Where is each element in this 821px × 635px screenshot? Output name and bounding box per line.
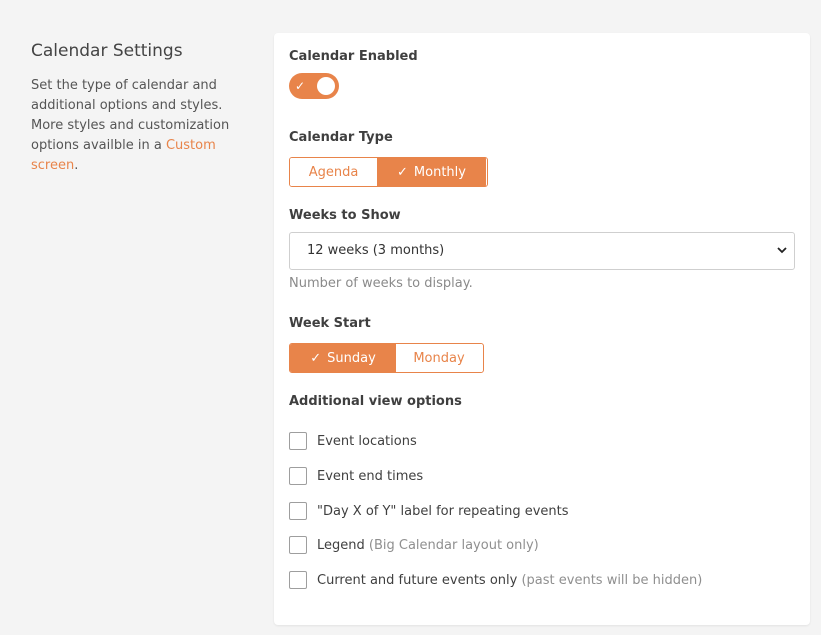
weeks-help-text: Number of weeks to display. bbox=[289, 276, 473, 291]
monthly-option-label: Monthly bbox=[413, 164, 466, 180]
weeks-to-show-value: 12 weeks (3 months) bbox=[307, 243, 445, 258]
calendar-type-label: Calendar Type bbox=[289, 130, 393, 145]
monday-option-label: Monday bbox=[413, 350, 465, 366]
option-label: Current and future events only bbox=[317, 572, 518, 588]
calendar-enabled-label: Calendar Enabled bbox=[289, 49, 418, 64]
calendar-type-segmented-control: Agenda ✓ Monthly bbox=[289, 157, 488, 187]
description-end: . bbox=[74, 158, 79, 173]
current-future-events-checkbox[interactable] bbox=[289, 571, 307, 589]
check-icon: ✓ bbox=[295, 79, 306, 93]
event-locations-checkbox[interactable] bbox=[289, 432, 307, 450]
option-event-locations: Event locations bbox=[289, 431, 417, 451]
option-note: (Big Calendar layout only) bbox=[368, 537, 539, 553]
week-start-segmented-control: ✓ Sunday Monday bbox=[289, 343, 484, 373]
option-label: "Day X of Y" label for repeating events bbox=[317, 503, 569, 519]
option-day-x-of-y: "Day X of Y" label for repeating events bbox=[289, 501, 569, 521]
event-end-times-checkbox[interactable] bbox=[289, 467, 307, 485]
section-title: Calendar Settings bbox=[31, 41, 183, 61]
weeks-to-show-label: Weeks to Show bbox=[289, 208, 401, 223]
week-start-monday-option[interactable]: Monday bbox=[396, 344, 482, 372]
settings-card: Calendar Enabled ✓ Calendar Type Agenda … bbox=[274, 33, 810, 625]
option-event-end-times: Event end times bbox=[289, 466, 423, 486]
additional-options-label: Additional view options bbox=[289, 394, 462, 409]
calendar-enabled-toggle[interactable]: ✓ bbox=[289, 73, 339, 99]
option-label: Event locations bbox=[317, 433, 417, 449]
week-start-label: Week Start bbox=[289, 316, 371, 331]
agenda-option-label: Agenda bbox=[308, 164, 359, 180]
section-description: Set the type of calendar and additional … bbox=[31, 76, 241, 176]
option-current-future-events: Current and future events only (past eve… bbox=[289, 570, 702, 590]
check-icon: ✓ bbox=[310, 350, 322, 366]
weeks-to-show-select[interactable]: 12 weeks (3 months) bbox=[289, 232, 795, 270]
day-x-of-y-checkbox[interactable] bbox=[289, 502, 307, 520]
option-note: (past events will be hidden) bbox=[521, 572, 703, 588]
option-label: Legend bbox=[317, 537, 365, 553]
calendar-type-agenda-option[interactable]: Agenda bbox=[290, 158, 377, 186]
option-legend: Legend (Big Calendar layout only) bbox=[289, 535, 539, 555]
chevron-down-icon bbox=[777, 247, 787, 254]
settings-sidebar: Calendar Settings Set the type of calend… bbox=[31, 40, 241, 176]
sunday-option-label: Sunday bbox=[327, 350, 376, 366]
week-start-sunday-option[interactable]: ✓ Sunday bbox=[290, 344, 396, 372]
check-icon: ✓ bbox=[397, 164, 408, 180]
option-label: Event end times bbox=[317, 468, 424, 484]
toggle-knob bbox=[317, 77, 335, 95]
legend-checkbox[interactable] bbox=[289, 536, 307, 554]
calendar-type-monthly-option[interactable]: ✓ Monthly bbox=[377, 158, 486, 186]
